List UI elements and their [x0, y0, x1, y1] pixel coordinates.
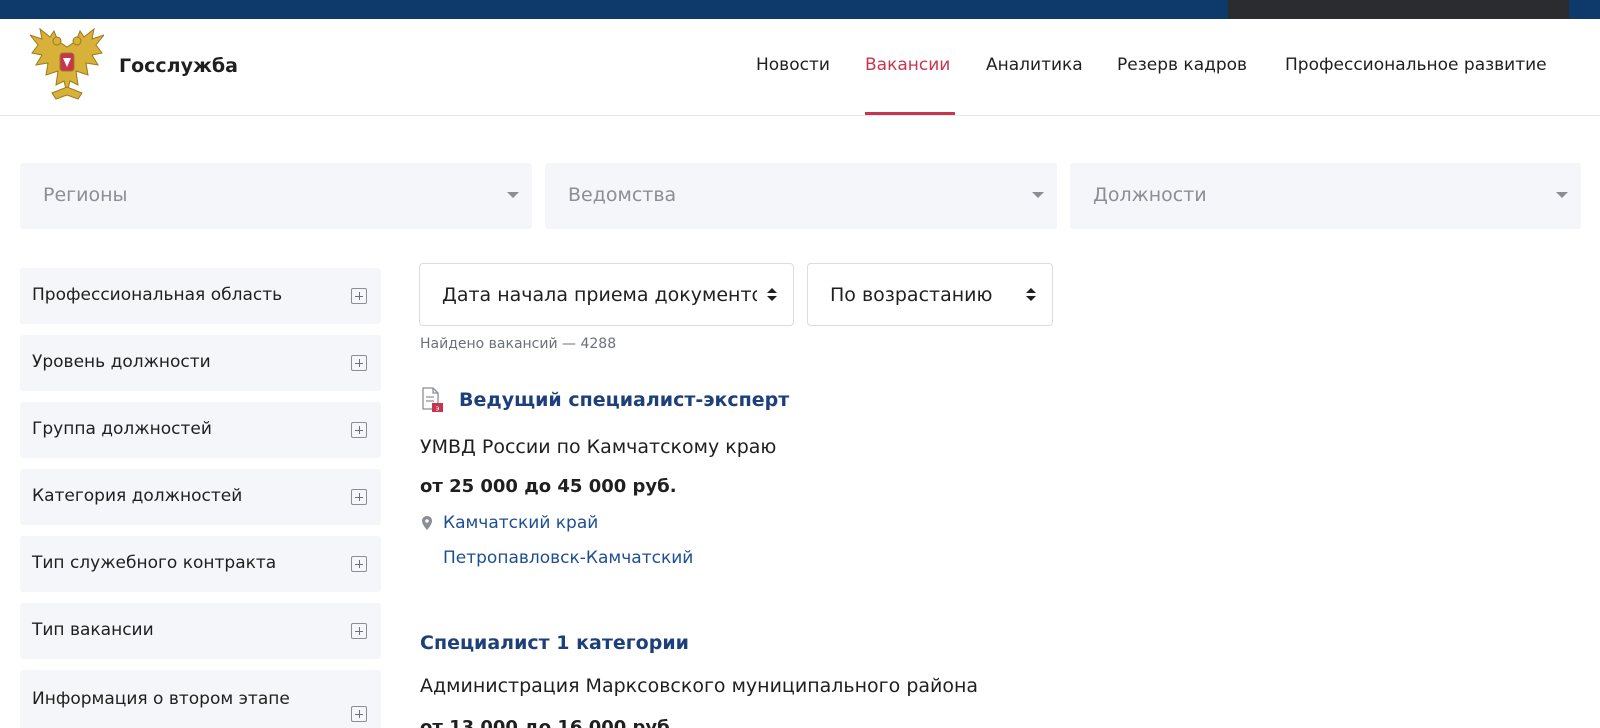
filter-group-label: Уровень должности — [32, 352, 211, 372]
filter-group-label: Категория должностей — [32, 486, 243, 506]
nav-vacancies[interactable]: Вакансии — [865, 55, 950, 75]
sort-order-select[interactable]: По возрастанию — [807, 263, 1053, 326]
positions-select[interactable]: Должности — [1070, 163, 1581, 229]
sort-field-select[interactable]: Дата начала приема документов — [419, 263, 794, 326]
vacancy-region-link[interactable]: Камчатский край — [443, 513, 598, 533]
departments-select[interactable]: Ведомства — [545, 163, 1057, 229]
filter-group-label: Тип вакансии — [32, 620, 154, 640]
filter-group-contract-type[interactable]: Тип служебного контракта — [20, 536, 381, 592]
vacancy-title-link[interactable]: Специалист 1 категории — [420, 632, 689, 654]
filter-group-label: Профессиональная область — [32, 285, 283, 305]
expand-plus-icon[interactable] — [351, 355, 367, 371]
svg-text:э: э — [436, 405, 440, 413]
filter-group-label: Тип служебного контракта — [32, 553, 277, 573]
filter-group-second-stage-info[interactable]: Информация о втором этапе — [20, 670, 381, 728]
filter-group-professional-area[interactable]: Профессиональная область — [20, 268, 381, 324]
departments-select-placeholder: Ведомства — [568, 184, 677, 206]
expand-plus-icon[interactable] — [351, 623, 367, 639]
active-nav-indicator — [865, 112, 955, 115]
expand-plus-icon[interactable] — [351, 556, 367, 572]
filter-group-position-level[interactable]: Уровень должности — [20, 335, 381, 391]
sort-order-value: По возрастанию — [830, 284, 993, 306]
site-header: Госслужба Новости Вакансии Аналитика Рез… — [0, 19, 1600, 116]
regions-select[interactable]: Регионы — [20, 163, 532, 229]
vacancy-organization: УМВД России по Камчатскому краю — [420, 436, 777, 458]
expand-plus-icon[interactable] — [351, 706, 367, 722]
sort-arrows-icon — [767, 288, 777, 302]
site-brand[interactable]: Госслужба — [119, 55, 238, 77]
positions-select-placeholder: Должности — [1093, 184, 1207, 206]
vacancy-organization: Администрация Марксовского муниципальног… — [420, 675, 979, 697]
filter-group-label: Группа должностей — [32, 419, 212, 439]
regions-select-placeholder: Регионы — [43, 184, 128, 206]
nav-personnel-reserve[interactable]: Резерв кадров — [1117, 55, 1247, 75]
location-pin-icon — [422, 516, 432, 530]
vacancy-city-link[interactable]: Петропавловск-Камчатский — [443, 548, 693, 568]
filter-group-vacancy-type[interactable]: Тип вакансии — [20, 603, 381, 659]
results-count: Найдено вакансий — 4288 — [420, 336, 617, 352]
coat-of-arms-logo[interactable] — [30, 27, 104, 107]
expand-plus-icon[interactable] — [351, 288, 367, 304]
filter-group-position-category[interactable]: Категория должностей — [20, 469, 381, 525]
chevron-down-icon — [1032, 192, 1044, 198]
vacancy-salary: от 13 000 до 16 000 руб. — [420, 717, 677, 728]
chevron-down-icon — [1556, 192, 1568, 198]
vacancy-salary: от 25 000 до 45 000 руб. — [420, 476, 677, 497]
nav-analytics[interactable]: Аналитика — [986, 55, 1083, 75]
expand-plus-icon[interactable] — [351, 422, 367, 438]
electronic-document-icon: э — [422, 387, 443, 413]
vacancy-title-link[interactable]: Ведущий специалист-эксперт — [459, 389, 789, 411]
expand-plus-icon[interactable] — [351, 489, 367, 505]
nav-news[interactable]: Новости — [756, 55, 830, 75]
sort-arrows-icon — [1026, 288, 1036, 302]
chevron-down-icon — [507, 192, 519, 198]
top-strip-dark-block — [1228, 0, 1569, 19]
filter-group-label: Информация о втором этапе — [32, 689, 290, 709]
sort-field-value: Дата начала приема документов — [442, 284, 757, 306]
nav-professional-development[interactable]: Профессиональное развитие — [1285, 55, 1547, 75]
filter-group-position-group[interactable]: Группа должностей — [20, 402, 381, 458]
